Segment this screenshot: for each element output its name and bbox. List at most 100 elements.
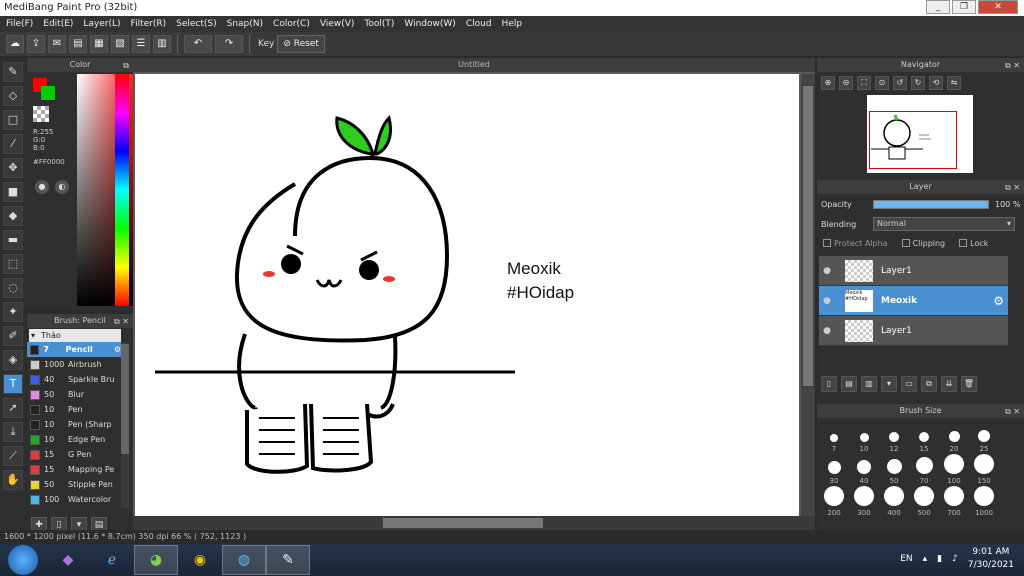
dot-tool-icon[interactable]: ⁄ — [3, 134, 23, 154]
brush-size-option[interactable]: 1000 — [969, 486, 999, 518]
brush-folder[interactable]: ▾ Thảo — [29, 329, 121, 342]
color-wheel-icon[interactable]: ◐ — [55, 180, 69, 194]
brush-item[interactable]: 10 Edge Pen — [27, 432, 121, 447]
reset-button[interactable]: ⊘ Reset — [277, 35, 325, 53]
brush-size-option[interactable]: 70 — [909, 454, 939, 486]
menu-filter[interactable]: Filter(R) — [131, 16, 167, 32]
brush-tool-icon[interactable]: ✎ — [3, 62, 23, 82]
brush-size-option[interactable]: 30 — [819, 454, 849, 486]
rotate-right-icon[interactable]: ↻ — [911, 76, 925, 90]
cococ-icon[interactable]: ◕ — [134, 545, 178, 575]
document-icon[interactable]: ▦ — [90, 35, 108, 53]
share-icon[interactable]: ⇪ — [27, 35, 45, 53]
menu-tool[interactable]: Tool(T) — [364, 16, 394, 32]
list-icon[interactable]: ☰ — [132, 35, 150, 53]
opacity-slider[interactable] — [873, 199, 989, 209]
new-layer-icon[interactable]: ▯ — [821, 376, 837, 392]
bucket-tool-icon[interactable]: ◆ — [3, 206, 23, 226]
divide-tool-icon[interactable]: ⟋ — [3, 446, 23, 466]
brush-size-option[interactable]: 400 — [879, 486, 909, 518]
grid-icon[interactable]: ▥ — [153, 35, 171, 53]
brush-item[interactable]: 15 Mapping Pe — [27, 462, 121, 477]
brush-item[interactable]: 100 Watercolor — [27, 492, 121, 507]
brush-item[interactable]: 10 Pen — [27, 402, 121, 417]
menu-edit[interactable]: Edit(E) — [43, 16, 73, 32]
new-8bit-layer-icon[interactable]: ▥ — [861, 376, 877, 392]
gear-icon[interactable]: ⚙ — [993, 294, 1004, 308]
gear-icon[interactable]: ⚙ — [114, 345, 121, 354]
layers-icon[interactable]: ▧ — [111, 35, 129, 53]
palette-icon[interactable]: ● — [35, 180, 49, 194]
operation-tool-icon[interactable]: ➚ — [3, 398, 23, 418]
brush-size-option[interactable]: 150 — [969, 454, 999, 486]
scrollbar-thumb[interactable] — [803, 86, 813, 386]
eraser-tool-icon[interactable]: ◇ — [3, 86, 23, 106]
brush-size-option[interactable]: 500 — [909, 486, 939, 518]
fill-rect-tool-icon[interactable]: ■ — [3, 182, 23, 202]
redo-icon[interactable]: ↷ — [215, 35, 243, 53]
saturation-value-picker[interactable] — [77, 74, 141, 306]
brush-size-option[interactable]: 300 — [849, 486, 879, 518]
lasso-tool-icon[interactable]: ◌ — [3, 278, 23, 298]
viewport-rectangle[interactable] — [869, 111, 957, 169]
drawing-canvas[interactable]: Meoxik #HOidap — [135, 74, 799, 516]
minimize-button[interactable]: _ — [926, 0, 950, 14]
comment-icon[interactable]: ✉ — [48, 35, 66, 53]
menu-file[interactable]: File(F) — [6, 16, 33, 32]
magic-wand-tool-icon[interactable]: ✦ — [3, 302, 23, 322]
popout-icon[interactable]: ⧉ — [123, 59, 129, 73]
text-tool-icon[interactable]: T — [3, 374, 23, 394]
brush-size-option[interactable]: 40 — [849, 454, 879, 486]
menu-help[interactable]: Help — [502, 16, 523, 32]
flip-icon[interactable]: ⇋ — [947, 76, 961, 90]
popout-icon[interactable]: ⧉ ✕ — [1005, 405, 1020, 419]
restore-button[interactable]: ❐ — [952, 0, 976, 14]
brush-item[interactable]: 10 Pen (Sharp — [27, 417, 121, 432]
horizontal-scrollbar[interactable] — [133, 516, 815, 530]
internet-explorer-icon[interactable]: ℯ — [90, 545, 134, 575]
brush-item[interactable]: 50 Stipple Pen — [27, 477, 121, 492]
scrollbar-thumb[interactable] — [121, 344, 129, 454]
brush-size-option[interactable]: 10 — [849, 422, 879, 454]
zoom-out-icon[interactable]: ⊖ — [839, 76, 853, 90]
menu-view[interactable]: View(V) — [320, 16, 355, 32]
tray-arrow-icon[interactable]: ▴ — [923, 554, 928, 564]
zoom-in-icon[interactable]: ⊕ — [821, 76, 835, 90]
brush-size-option[interactable]: 100 — [939, 454, 969, 486]
close-button[interactable]: ✕ — [978, 0, 1018, 14]
menu-select[interactable]: Select(S) — [176, 16, 217, 32]
new-halftone-layer-icon[interactable]: ▤ — [841, 376, 857, 392]
new-layer-menu-icon[interactable]: ▾ — [881, 376, 897, 392]
select-tool-icon[interactable]: ⬚ — [3, 254, 23, 274]
brush-size-option[interactable]: 200 — [819, 486, 849, 518]
hue-slider[interactable] — [115, 74, 129, 306]
canvas-tab[interactable]: Untitled — [133, 58, 815, 72]
popout-icon[interactable]: ⧉ ✕ — [1005, 181, 1020, 195]
duplicate-layer-icon[interactable]: ⧉ — [921, 376, 937, 392]
medibang-icon[interactable]: ✎ — [266, 545, 310, 575]
blending-select[interactable]: Normal ▾ — [873, 217, 1015, 231]
brush-size-option[interactable]: 20 — [939, 422, 969, 454]
menu-color[interactable]: Color(C) — [273, 16, 310, 32]
visual-studio-icon[interactable]: ◆ — [46, 545, 90, 575]
layer-item[interactable]: ● Layer1 — [819, 256, 1008, 286]
brush-scrollbar[interactable] — [121, 342, 129, 508]
rectangle-tool-icon[interactable]: □ — [3, 110, 23, 130]
brush-size-option[interactable]: 12 — [879, 422, 909, 454]
chrome-icon[interactable]: ◉ — [178, 545, 222, 575]
brush-size-option[interactable]: 7 — [819, 422, 849, 454]
visibility-icon[interactable]: ● — [819, 296, 835, 306]
layer-item-selected[interactable]: ● Meoxik #HOidap Meoxik ⚙ — [819, 286, 1008, 316]
brush-item[interactable]: 7 Pencil ⚙ — [27, 342, 121, 357]
clock[interactable]: 9:01 AM 7/30/2021 — [968, 546, 1014, 572]
popout-icon[interactable]: ⧉ ✕ — [1005, 59, 1020, 73]
brush-item[interactable]: 15 G Pen — [27, 447, 121, 462]
language-indicator[interactable]: EN — [900, 554, 912, 564]
visibility-icon[interactable]: ● — [819, 266, 835, 276]
browser-icon[interactable]: ◍ — [222, 545, 266, 575]
hand-tool-icon[interactable]: ✋ — [3, 470, 23, 490]
chat-icon[interactable]: ▤ — [69, 35, 87, 53]
merge-layer-icon[interactable]: ⇊ — [941, 376, 957, 392]
popout-icon[interactable]: ⧉ ✕ — [114, 315, 129, 329]
select-eraser-tool-icon[interactable]: ◈ — [3, 350, 23, 370]
